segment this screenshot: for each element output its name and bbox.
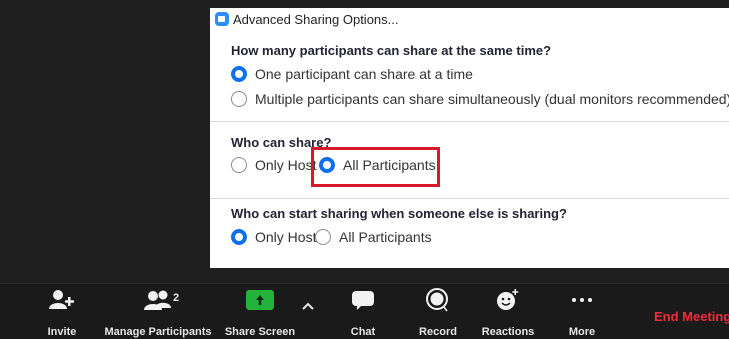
section-divider [210, 121, 729, 122]
option-label: Multiple participants can share simultan… [255, 91, 729, 107]
invite-button[interactable]: Invite [42, 284, 82, 339]
zoom-app-icon [215, 12, 229, 26]
option-only-host[interactable]: Only Host [231, 157, 316, 173]
manage-participants-label: Manage Participants [104, 326, 212, 338]
share-options-chevron-up-icon[interactable] [298, 296, 318, 316]
start-sharing-heading: Who can start sharing when someone else … [231, 206, 567, 221]
participants-icon: 2 [128, 284, 188, 316]
radio-unselected-icon[interactable] [231, 91, 247, 107]
radio-unselected-icon[interactable] [231, 157, 247, 173]
option-label: One participant can share at a time [255, 66, 473, 82]
section-divider [210, 198, 729, 199]
more-button[interactable]: More [562, 284, 602, 339]
dialog-title: Advanced Sharing Options... [233, 11, 399, 27]
add-user-icon [49, 284, 75, 316]
share-screen-button[interactable]: Share Screen [222, 284, 298, 339]
chat-button[interactable]: Chat [345, 284, 381, 339]
option-all-participants-start[interactable]: All Participants [315, 229, 432, 245]
reactions-button[interactable]: Reactions [478, 284, 538, 339]
manage-participants-button[interactable]: 2 Manage Participants [100, 284, 216, 339]
option-multiple-participants[interactable]: Multiple participants can share simultan… [231, 91, 729, 107]
more-icon [571, 284, 593, 316]
record-button[interactable]: Record [416, 284, 460, 339]
advanced-sharing-options-dialog: Advanced Sharing Options... How many par… [210, 8, 729, 268]
radio-unselected-icon[interactable] [315, 229, 331, 245]
chat-icon [351, 284, 375, 316]
annotation-highlight-box [311, 147, 440, 187]
option-label: All Participants [339, 229, 432, 245]
more-label: More [568, 326, 596, 338]
dialog-titlebar[interactable]: Advanced Sharing Options... [210, 8, 729, 30]
share-screen-icon [246, 284, 274, 316]
end-meeting-button[interactable]: End Meeting [654, 309, 729, 324]
option-label: Only Host [255, 229, 317, 245]
reactions-label: Reactions [481, 326, 535, 338]
option-label: Only Host [255, 157, 317, 173]
option-one-participant[interactable]: One participant can share at a time [231, 66, 473, 82]
reactions-icon [495, 284, 521, 316]
option-only-host-start[interactable]: Only Host [231, 229, 316, 245]
share-screen-label: Share Screen [224, 326, 296, 338]
participant-count: 2 [173, 292, 180, 304]
record-icon [425, 284, 451, 316]
meeting-toolbar: Invite 2 Manage Participants Share Scree… [0, 283, 729, 339]
record-label: Record [419, 326, 457, 338]
invite-label: Invite [47, 326, 77, 338]
chat-label: Chat [350, 326, 376, 338]
radio-selected-icon[interactable] [231, 66, 247, 82]
radio-selected-icon[interactable] [231, 229, 247, 245]
share-count-heading: How many participants can share at the s… [231, 43, 552, 58]
